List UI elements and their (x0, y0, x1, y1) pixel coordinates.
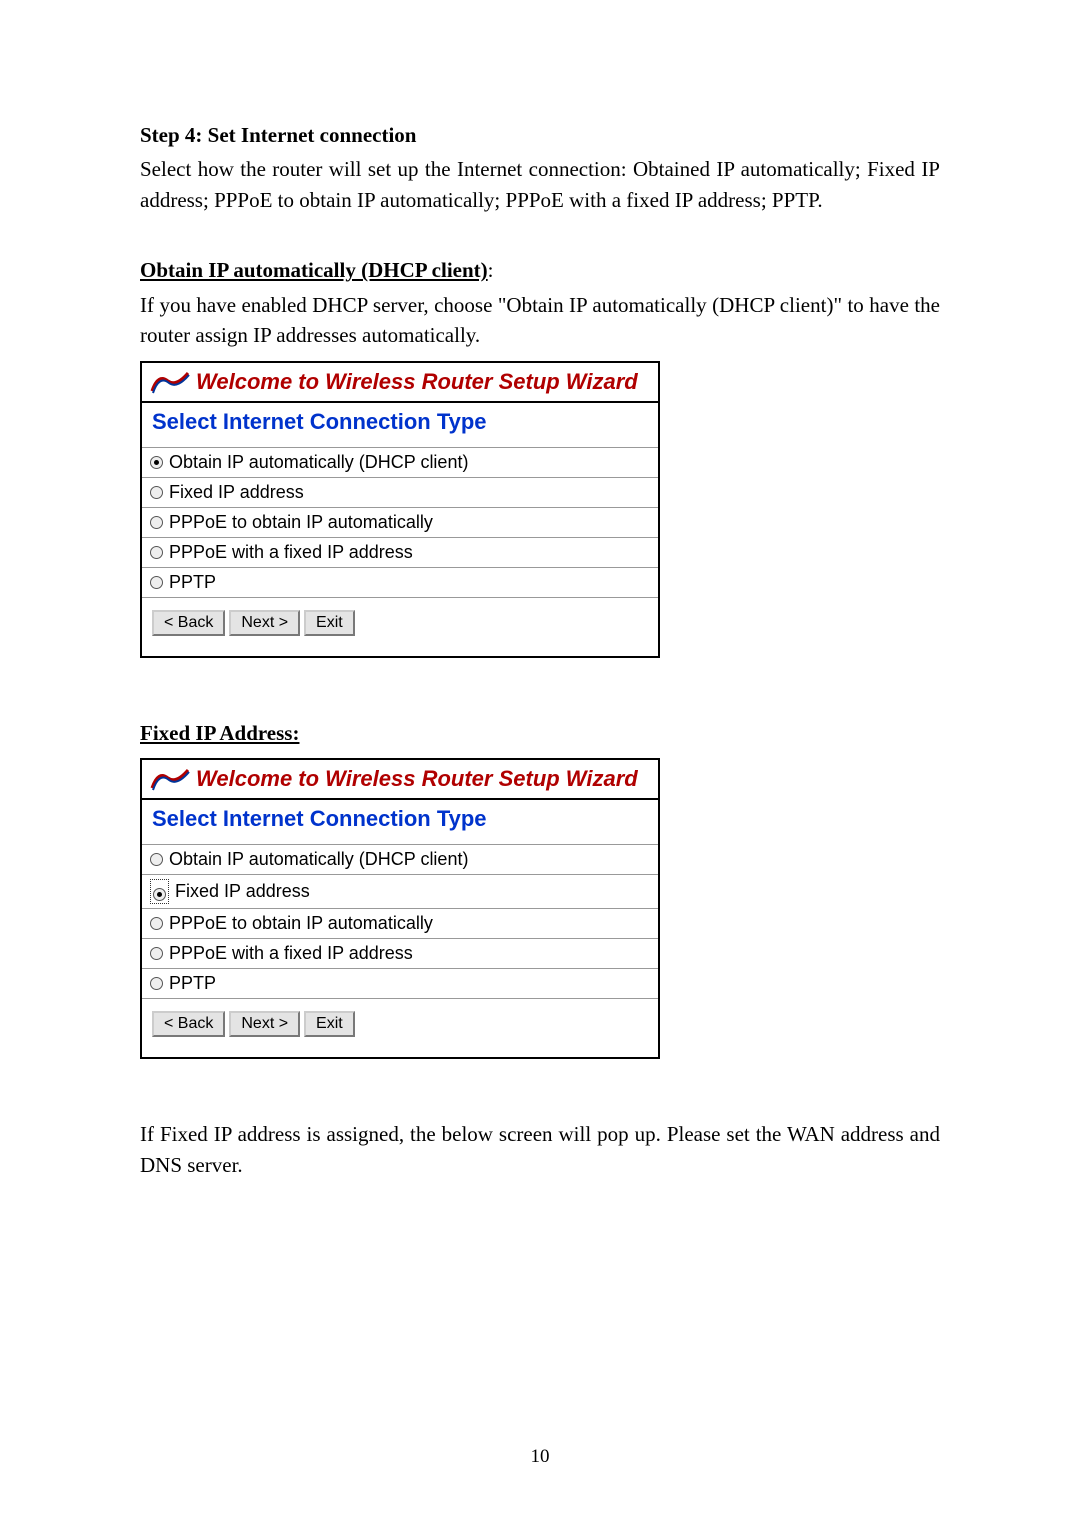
radio-icon[interactable] (150, 576, 163, 589)
option-pptp[interactable]: PPTP (142, 969, 658, 999)
option-obtain-ip[interactable]: Obtain IP automatically (DHCP client) (142, 448, 658, 478)
option-pptp[interactable]: PPTP (142, 568, 658, 598)
options-group: Obtain IP automatically (DHCP client) Fi… (142, 844, 658, 999)
wizard-dialog-fixed: Welcome to Wireless Router Setup Wizard … (140, 758, 660, 1059)
option-pppoe-auto[interactable]: PPPoE to obtain IP automatically (142, 909, 658, 939)
next-button[interactable]: Next > (229, 610, 300, 636)
step4-desc: Select how the router will set up the In… (140, 154, 940, 215)
next-button[interactable]: Next > (229, 1011, 300, 1037)
option-pppoe-auto[interactable]: PPPoE to obtain IP automatically (142, 508, 658, 538)
radio-icon[interactable] (150, 516, 163, 529)
option-label: Fixed IP address (175, 881, 310, 902)
button-bar: < Back Next > Exit (142, 598, 658, 656)
radio-icon[interactable] (150, 917, 163, 930)
radio-icon[interactable] (150, 456, 163, 469)
obtain-heading: Obtain IP automatically (DHCP client): (140, 255, 940, 285)
step4-title: Step 4: Set Internet connection (140, 120, 940, 150)
option-label: Fixed IP address (169, 482, 304, 503)
wizard-header: Welcome to Wireless Router Setup Wizard (142, 363, 658, 403)
option-label: Obtain IP automatically (DHCP client) (169, 849, 468, 870)
radio-icon[interactable] (150, 977, 163, 990)
option-pppoe-fixed[interactable]: PPPoE with a fixed IP address (142, 939, 658, 969)
fixed-desc: If Fixed IP address is assigned, the bel… (140, 1119, 940, 1180)
option-fixed-ip[interactable]: Fixed IP address (142, 875, 658, 909)
option-label: PPTP (169, 973, 216, 994)
page-number: 10 (0, 1446, 1080, 1468)
radio-icon[interactable] (150, 546, 163, 559)
option-label: PPPoE with a fixed IP address (169, 943, 413, 964)
option-label: Obtain IP automatically (DHCP client) (169, 452, 468, 473)
exit-button[interactable]: Exit (304, 610, 355, 636)
radio-icon[interactable] (150, 486, 163, 499)
wizard-title: Welcome to Wireless Router Setup Wizard (196, 369, 638, 395)
obtain-desc: If you have enabled DHCP server, choose … (140, 290, 940, 351)
option-pppoe-fixed[interactable]: PPPoE with a fixed IP address (142, 538, 658, 568)
option-label: PPPoE with a fixed IP address (169, 542, 413, 563)
button-bar: < Back Next > Exit (142, 999, 658, 1057)
wizard-header: Welcome to Wireless Router Setup Wizard (142, 760, 658, 800)
radio-icon[interactable] (153, 888, 166, 901)
option-obtain-ip[interactable]: Obtain IP automatically (DHCP client) (142, 845, 658, 875)
back-button[interactable]: < Back (152, 610, 225, 636)
option-label: PPTP (169, 572, 216, 593)
fixed-heading: Fixed IP Address: (140, 718, 940, 748)
wizard-subtitle: Select Internet Connection Type (142, 800, 658, 844)
radio-icon[interactable] (150, 947, 163, 960)
back-button[interactable]: < Back (152, 1011, 225, 1037)
wizard-subtitle: Select Internet Connection Type (142, 403, 658, 447)
radio-icon[interactable] (150, 853, 163, 866)
wizard-logo-icon (150, 369, 190, 395)
wizard-logo-icon (150, 766, 190, 792)
options-group: Obtain IP automatically (DHCP client) Fi… (142, 447, 658, 598)
wizard-dialog-obtain: Welcome to Wireless Router Setup Wizard … (140, 361, 660, 658)
option-label: PPPoE to obtain IP automatically (169, 913, 433, 934)
option-label: PPPoE to obtain IP automatically (169, 512, 433, 533)
exit-button[interactable]: Exit (304, 1011, 355, 1037)
wizard-title: Welcome to Wireless Router Setup Wizard (196, 766, 638, 792)
option-fixed-ip[interactable]: Fixed IP address (142, 478, 658, 508)
